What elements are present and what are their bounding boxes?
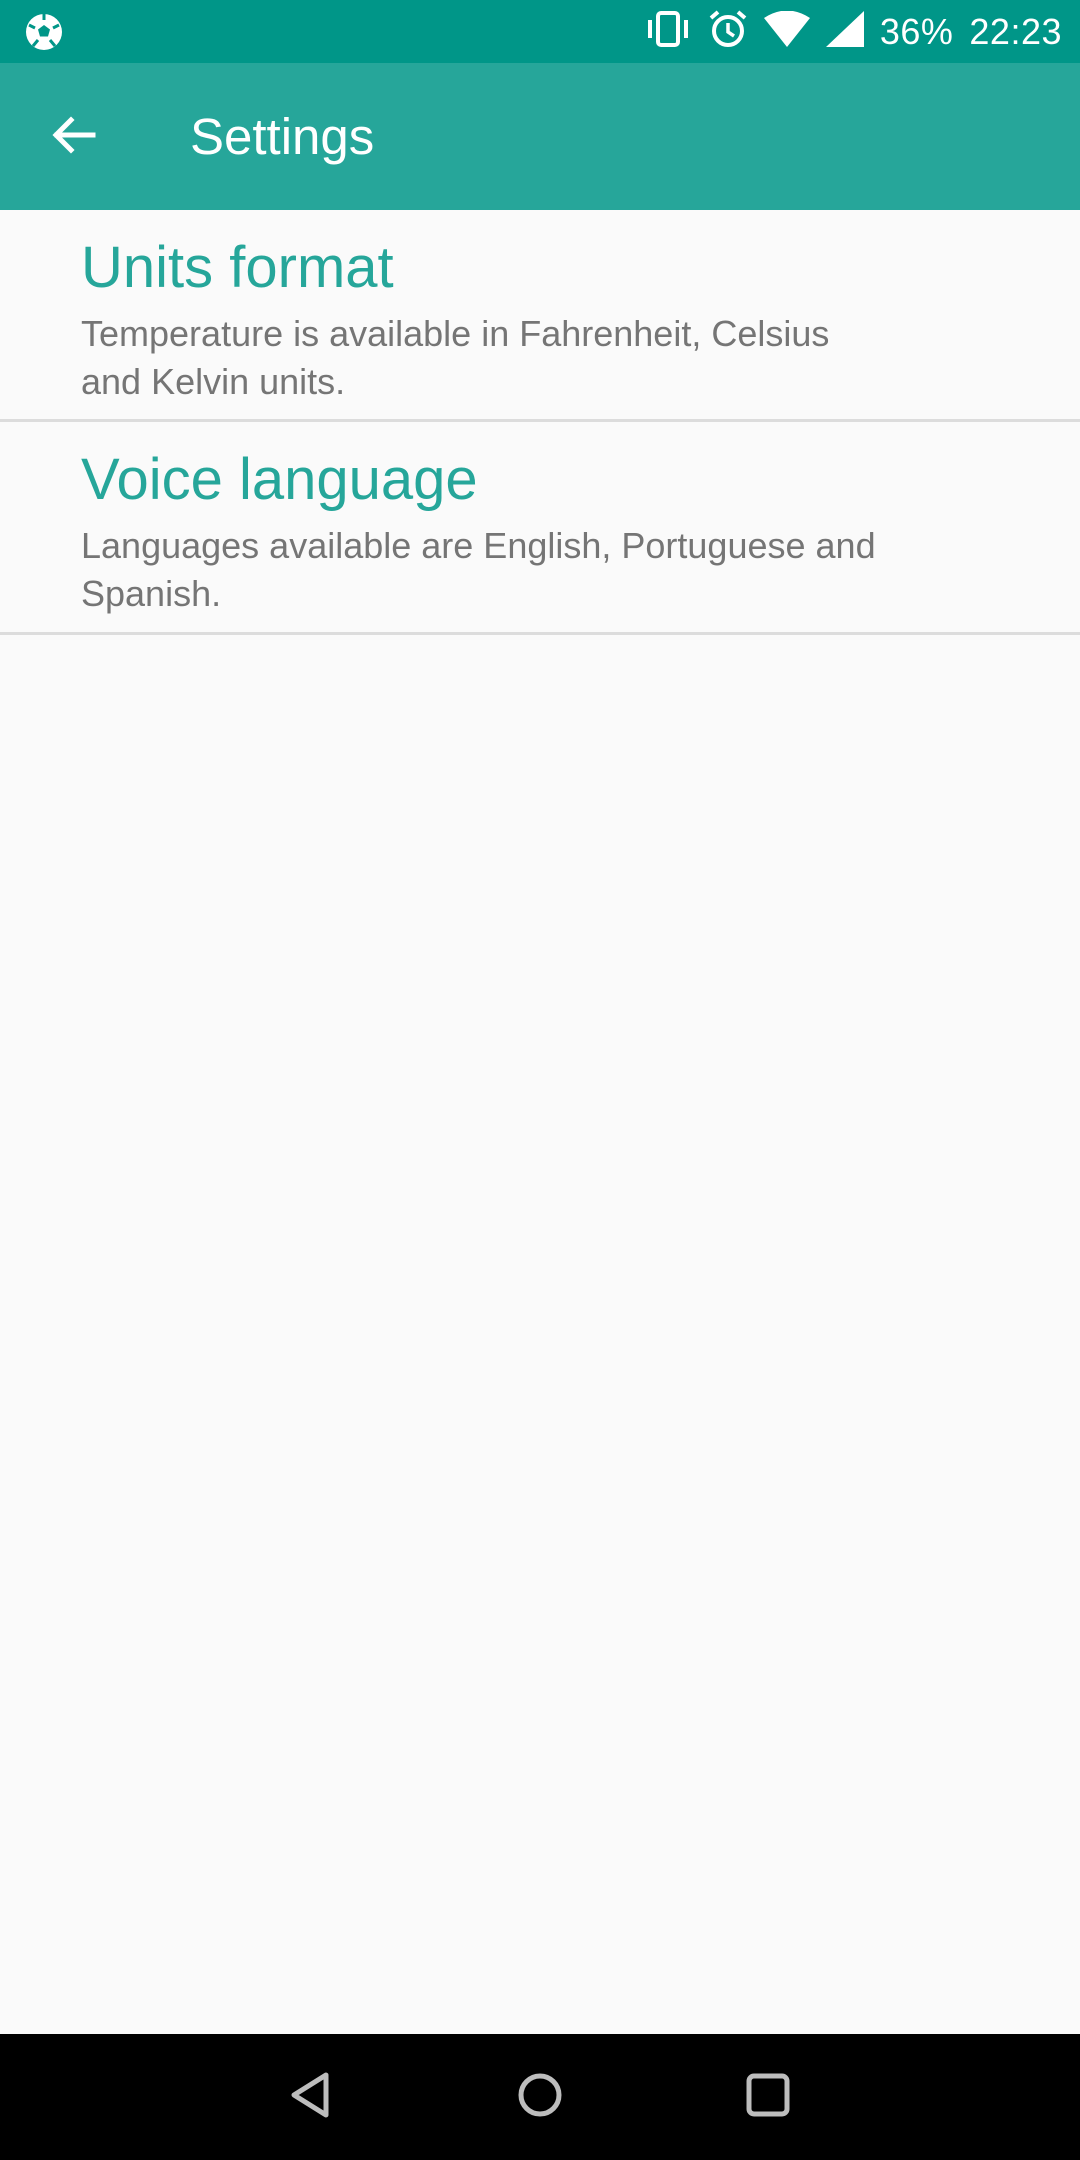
signal-icon bbox=[825, 11, 864, 52]
setting-units-format[interactable]: Units format Temperature is available in… bbox=[0, 210, 1080, 422]
setting-summary: Temperature is available in Fahrenheit, … bbox=[81, 313, 830, 402]
status-bar: 36% 22:23 bbox=[0, 0, 1080, 63]
nav-recents-button[interactable] bbox=[728, 2057, 808, 2137]
back-button[interactable] bbox=[36, 100, 110, 174]
back-triangle-icon bbox=[288, 2071, 332, 2124]
navigation-bar bbox=[0, 2034, 1080, 2160]
recents-square-icon bbox=[745, 2072, 791, 2123]
app-bar: Settings bbox=[0, 63, 1080, 210]
nav-back-button[interactable] bbox=[270, 2057, 350, 2137]
alarm-icon bbox=[708, 9, 748, 54]
arrow-back-icon bbox=[49, 111, 97, 164]
status-icons: 36% 22:23 bbox=[644, 0, 1062, 63]
setting-voice-language[interactable]: Voice language Languages available are E… bbox=[0, 422, 1080, 635]
settings-list: Units format Temperature is available in… bbox=[0, 210, 1080, 635]
soccer-ball-icon bbox=[24, 12, 64, 52]
wifi-icon bbox=[763, 10, 810, 52]
setting-summary: Languages available are English, Portugu… bbox=[81, 525, 876, 614]
nav-home-button[interactable] bbox=[500, 2057, 580, 2137]
vibrate-icon bbox=[644, 10, 692, 53]
clock-time: 22:23 bbox=[969, 10, 1062, 52]
setting-title: Units format bbox=[81, 235, 394, 300]
battery-percent: 36% bbox=[879, 10, 954, 52]
home-circle-icon bbox=[516, 2071, 564, 2124]
setting-title: Voice language bbox=[81, 447, 478, 512]
page-title: Settings bbox=[190, 108, 375, 165]
